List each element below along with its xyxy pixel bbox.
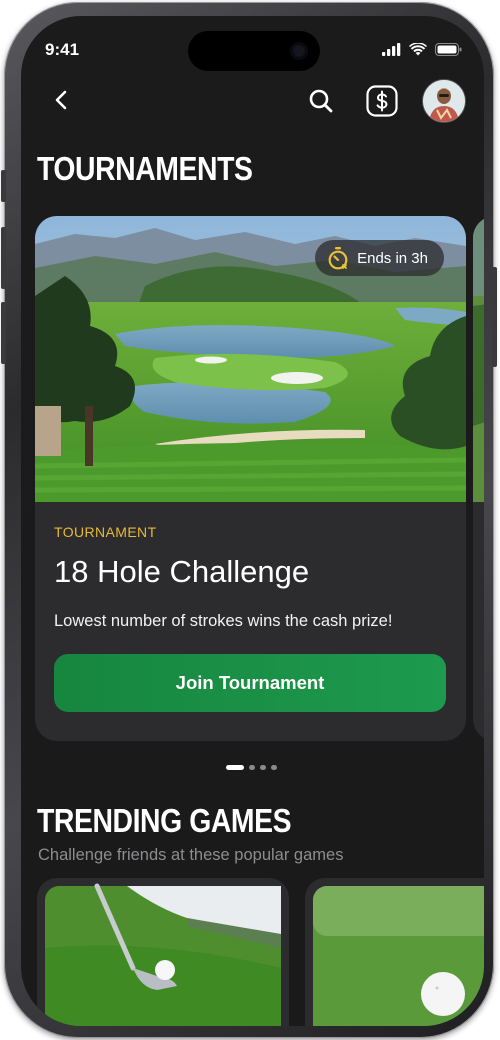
card-description: Lowest number of strokes wins the cash p…	[54, 612, 393, 630]
battery-icon	[435, 43, 462, 56]
pager-dot[interactable]	[260, 765, 266, 770]
join-tournament-button[interactable]: Join Tournament	[54, 654, 446, 712]
wallet-button[interactable]	[366, 85, 398, 117]
ends-in-badge: Ends in 3h	[315, 240, 444, 276]
status-icons	[382, 43, 462, 56]
status-bar: 9:41	[21, 16, 484, 72]
golf-ball-grass-image	[313, 886, 484, 1026]
next-card-image	[473, 216, 484, 502]
action-button	[1, 170, 6, 202]
pager-dot[interactable]	[249, 765, 255, 770]
signal-icon	[382, 43, 401, 56]
game-card-chipping[interactable]	[305, 878, 484, 1026]
wifi-icon	[409, 43, 427, 56]
phone-frame: 9:41 TOURNAMENTS Ends in 3h TOURNAMENT 1…	[1, 2, 497, 1038]
back-button[interactable]	[49, 88, 73, 112]
pager-dot-active[interactable]	[226, 765, 244, 770]
dollar-icon	[366, 85, 398, 117]
chevron-left-icon	[55, 90, 67, 110]
golf-club-ball-image	[45, 883, 281, 1026]
user-avatar[interactable]	[423, 80, 465, 122]
volume-up-button	[1, 227, 6, 289]
search-button[interactable]	[306, 86, 336, 116]
dynamic-island	[188, 31, 320, 71]
status-time: 9:41	[45, 40, 80, 59]
card-tag: TOURNAMENT	[54, 524, 157, 540]
ends-in-text: Ends in 3h	[357, 249, 428, 267]
pager-dot[interactable]	[271, 765, 277, 770]
carousel-pager	[226, 765, 277, 770]
trending-subtitle: Challenge friends at these popular games	[38, 846, 344, 864]
tournaments-heading: TOURNAMENTS	[37, 150, 253, 187]
card-title: 18 Hole Challenge	[54, 554, 310, 589]
top-nav	[21, 78, 484, 128]
next-tournament-card[interactable]	[473, 216, 484, 741]
game-card-putting[interactable]	[37, 878, 289, 1026]
app-screen: 9:41 TOURNAMENTS Ends in 3h TOURNAMENT 1…	[21, 16, 484, 1026]
tournament-card[interactable]: Ends in 3h TOURNAMENT 18 Hole Challenge …	[35, 216, 466, 741]
camera-icon	[290, 42, 308, 60]
volume-down-button	[1, 302, 6, 364]
timer-icon	[328, 247, 348, 270]
profile-photo-icon	[423, 80, 465, 122]
trending-heading: TRENDING GAMES	[37, 802, 292, 839]
search-icon	[309, 89, 333, 113]
power-button	[492, 267, 497, 367]
